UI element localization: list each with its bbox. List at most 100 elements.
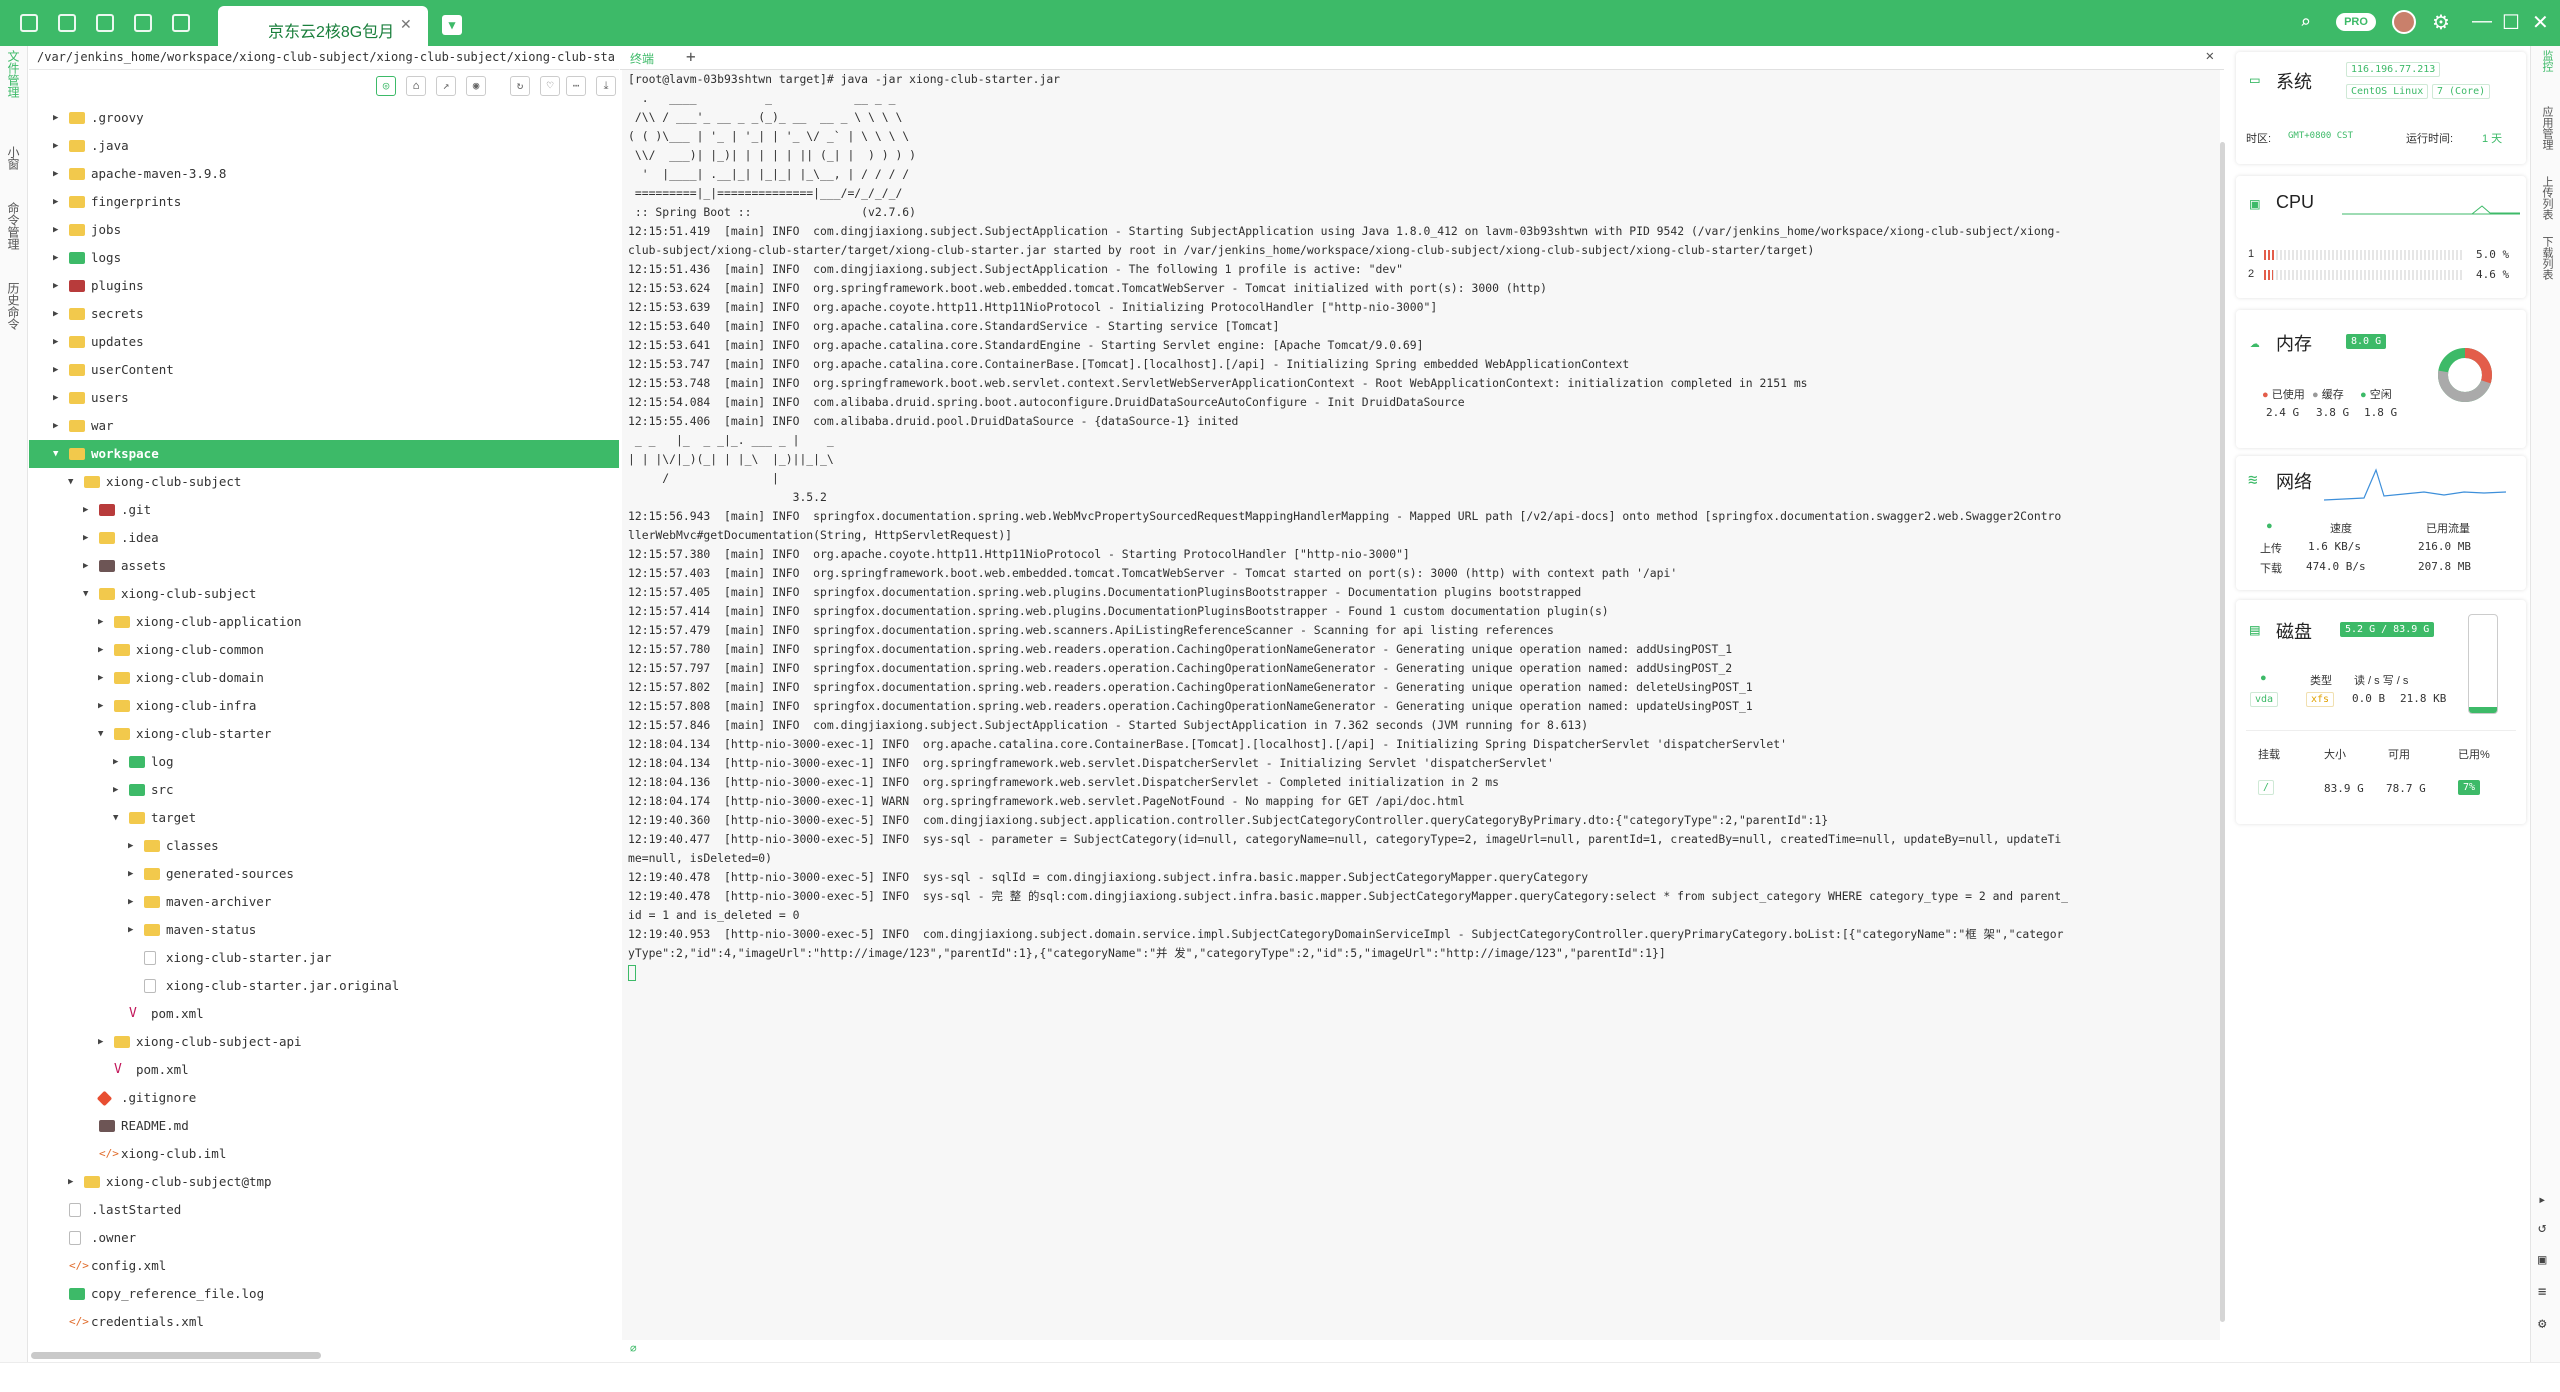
- caret-right-icon[interactable]: ▶: [98, 1028, 108, 1056]
- layout-icon[interactable]: [134, 14, 152, 32]
- caret-right-icon[interactable]: ▶: [128, 916, 138, 944]
- tree-row[interactable]: xiong-club-starter.jar.original: [29, 972, 619, 1000]
- tree-row[interactable]: ▶ generated-sources: [29, 860, 619, 888]
- caret-down-icon[interactable]: ▼: [53, 440, 63, 468]
- caret-right-icon[interactable]: ▶: [53, 160, 63, 188]
- tree-row[interactable]: ▶ war: [29, 412, 619, 440]
- tree-row[interactable]: </> config.xml: [29, 1252, 619, 1280]
- maximize-icon[interactable]: ☐: [2502, 10, 2520, 35]
- heart-icon[interactable]: ♡: [540, 76, 560, 96]
- tree-row[interactable]: .gitignore: [29, 1084, 619, 1112]
- caret-right-icon[interactable]: ▶: [83, 496, 93, 524]
- tree-row[interactable]: ▶ .java: [29, 132, 619, 160]
- caret-right-icon[interactable]: ▶: [53, 300, 63, 328]
- tree-row[interactable]: ▶ xiong-club-application: [29, 608, 619, 636]
- save-icon[interactable]: ▣: [2538, 1252, 2546, 1268]
- caret-right-icon[interactable]: ▶: [98, 608, 108, 636]
- tree-row[interactable]: ▶ xiong-club-subject@tmp: [29, 1168, 619, 1196]
- caret-right-icon[interactable]: ▶: [53, 272, 63, 300]
- close-terminal-icon[interactable]: ✕: [2206, 48, 2214, 64]
- tree-row[interactable]: ▶ apache-maven-3.9.8: [29, 160, 619, 188]
- caret-right-icon[interactable]: ▶: [53, 104, 63, 132]
- tree-row[interactable]: ▶ .git: [29, 496, 619, 524]
- sidebar-item-uploads[interactable]: 上传列表: [2539, 176, 2555, 220]
- caret-right-icon[interactable]: ▶: [53, 188, 63, 216]
- tree-row[interactable]: ▶ src: [29, 776, 619, 804]
- caret-right-icon[interactable]: ▶: [128, 888, 138, 916]
- sidebar-item-file-manager[interactable]: 文件管理: [5, 50, 22, 98]
- caret-right-icon[interactable]: ▶: [53, 384, 63, 412]
- tab-server[interactable]: 京东云2核8G包月 ✕: [218, 6, 428, 46]
- terminal-command-input[interactable]: ⌀: [622, 1342, 2224, 1358]
- caret-right-icon[interactable]: ▶: [98, 692, 108, 720]
- tree-row[interactable]: Vpom.xml: [29, 1056, 619, 1084]
- tree-row[interactable]: </> credentials.xml: [29, 1308, 619, 1336]
- split-icon[interactable]: [96, 14, 114, 32]
- tree-row[interactable]: xiong-club-starter.jar: [29, 944, 619, 972]
- path-input[interactable]: /var/jenkins_home/workspace/xiong-club-s…: [29, 46, 619, 70]
- caret-down-icon[interactable]: ▼: [113, 804, 123, 832]
- tree-row[interactable]: ▼ target: [29, 804, 619, 832]
- tree-row[interactable]: ▼ xiong-club-subject: [29, 468, 619, 496]
- caret-right-icon[interactable]: ▶: [53, 356, 63, 384]
- tree-row[interactable]: ▶ maven-status: [29, 916, 619, 944]
- refresh-icon[interactable]: ↻: [510, 76, 530, 96]
- caret-right-icon[interactable]: ▶: [53, 412, 63, 440]
- caret-right-icon[interactable]: ▶: [53, 132, 63, 160]
- tree-row[interactable]: ▶ xiong-club-domain: [29, 664, 619, 692]
- tree-row[interactable]: ▶ userContent: [29, 356, 619, 384]
- tree-row[interactable]: ▶ fingerprints: [29, 188, 619, 216]
- sidebar-item-mini-window[interactable]: 小窗: [5, 146, 22, 170]
- caret-right-icon[interactable]: ▶: [113, 776, 123, 804]
- sidebar-item-commands[interactable]: 命令管理: [5, 202, 22, 250]
- list-icon[interactable]: [172, 14, 190, 32]
- search-icon[interactable]: ⌕: [2300, 12, 2311, 33]
- tree-row[interactable]: </> xiong-club.iml: [29, 1140, 619, 1168]
- settings-icon[interactable]: ⚙: [2432, 10, 2450, 35]
- terminal-tab[interactable]: 终端: [630, 50, 654, 67]
- tree-row[interactable]: ▶ users: [29, 384, 619, 412]
- caret-right-icon[interactable]: ▶: [98, 664, 108, 692]
- sidebar-item-downloads[interactable]: 下载列表: [2539, 236, 2555, 280]
- tree-row[interactable]: ▶ jobs: [29, 216, 619, 244]
- caret-right-icon[interactable]: ▶: [53, 328, 63, 356]
- avatar[interactable]: [2392, 10, 2416, 34]
- list-icon[interactable]: ≡: [2538, 1284, 2546, 1300]
- tree-row[interactable]: ▶ maven-archiver: [29, 888, 619, 916]
- sidebar-item-history[interactable]: 历史命令: [5, 282, 22, 330]
- caret-right-icon[interactable]: ▶: [68, 1168, 78, 1196]
- tree-row[interactable]: ▶ log: [29, 748, 619, 776]
- caret-right-icon[interactable]: ▶: [113, 748, 123, 776]
- tree-row[interactable]: ▶ secrets: [29, 300, 619, 328]
- tree-row[interactable]: copy_reference_file.log: [29, 1280, 619, 1308]
- tree-row[interactable]: ▶ logs: [29, 244, 619, 272]
- close-window-icon[interactable]: ✕: [2532, 10, 2549, 35]
- tree-row[interactable]: README.md: [29, 1112, 619, 1140]
- tree-row[interactable]: ▼ xiong-club-starter: [29, 720, 619, 748]
- tree-row[interactable]: .owner: [29, 1224, 619, 1252]
- terminal-scrollbar[interactable]: [2220, 142, 2225, 1322]
- caret-right-icon[interactable]: ▶: [53, 216, 63, 244]
- caret-down-icon[interactable]: ▼: [68, 468, 78, 496]
- tree-row[interactable]: ▶ updates: [29, 328, 619, 356]
- chevron-down-icon[interactable]: ▼: [442, 15, 462, 35]
- caret-down-icon[interactable]: ▼: [98, 720, 108, 748]
- tree-row[interactable]: ▶ .idea: [29, 524, 619, 552]
- caret-right-icon[interactable]: ▶: [98, 636, 108, 664]
- minimize-icon[interactable]: —: [2472, 10, 2492, 33]
- ip-address[interactable]: 116.196.77.213: [2346, 62, 2441, 77]
- tree-row[interactable]: ▶ .groovy: [29, 104, 619, 132]
- add-tab-icon[interactable]: +: [686, 47, 696, 66]
- history-icon[interactable]: ↺: [2538, 1220, 2546, 1236]
- caret-down-icon[interactable]: ▼: [83, 580, 93, 608]
- tree-row[interactable]: Vpom.xml: [29, 1000, 619, 1028]
- terminal-icon[interactable]: ▸: [2538, 1192, 2546, 1208]
- tree-row[interactable]: ▶ assets: [29, 552, 619, 580]
- home-icon[interactable]: ⌂: [406, 76, 426, 96]
- caret-right-icon[interactable]: ▶: [128, 832, 138, 860]
- download-icon[interactable]: ⤓: [596, 76, 616, 96]
- terminal-icon[interactable]: [20, 14, 38, 32]
- tree-row[interactable]: ▼ workspace: [29, 440, 619, 468]
- tree-row[interactable]: ▶ xiong-club-infra: [29, 692, 619, 720]
- caret-right-icon[interactable]: ▶: [83, 552, 93, 580]
